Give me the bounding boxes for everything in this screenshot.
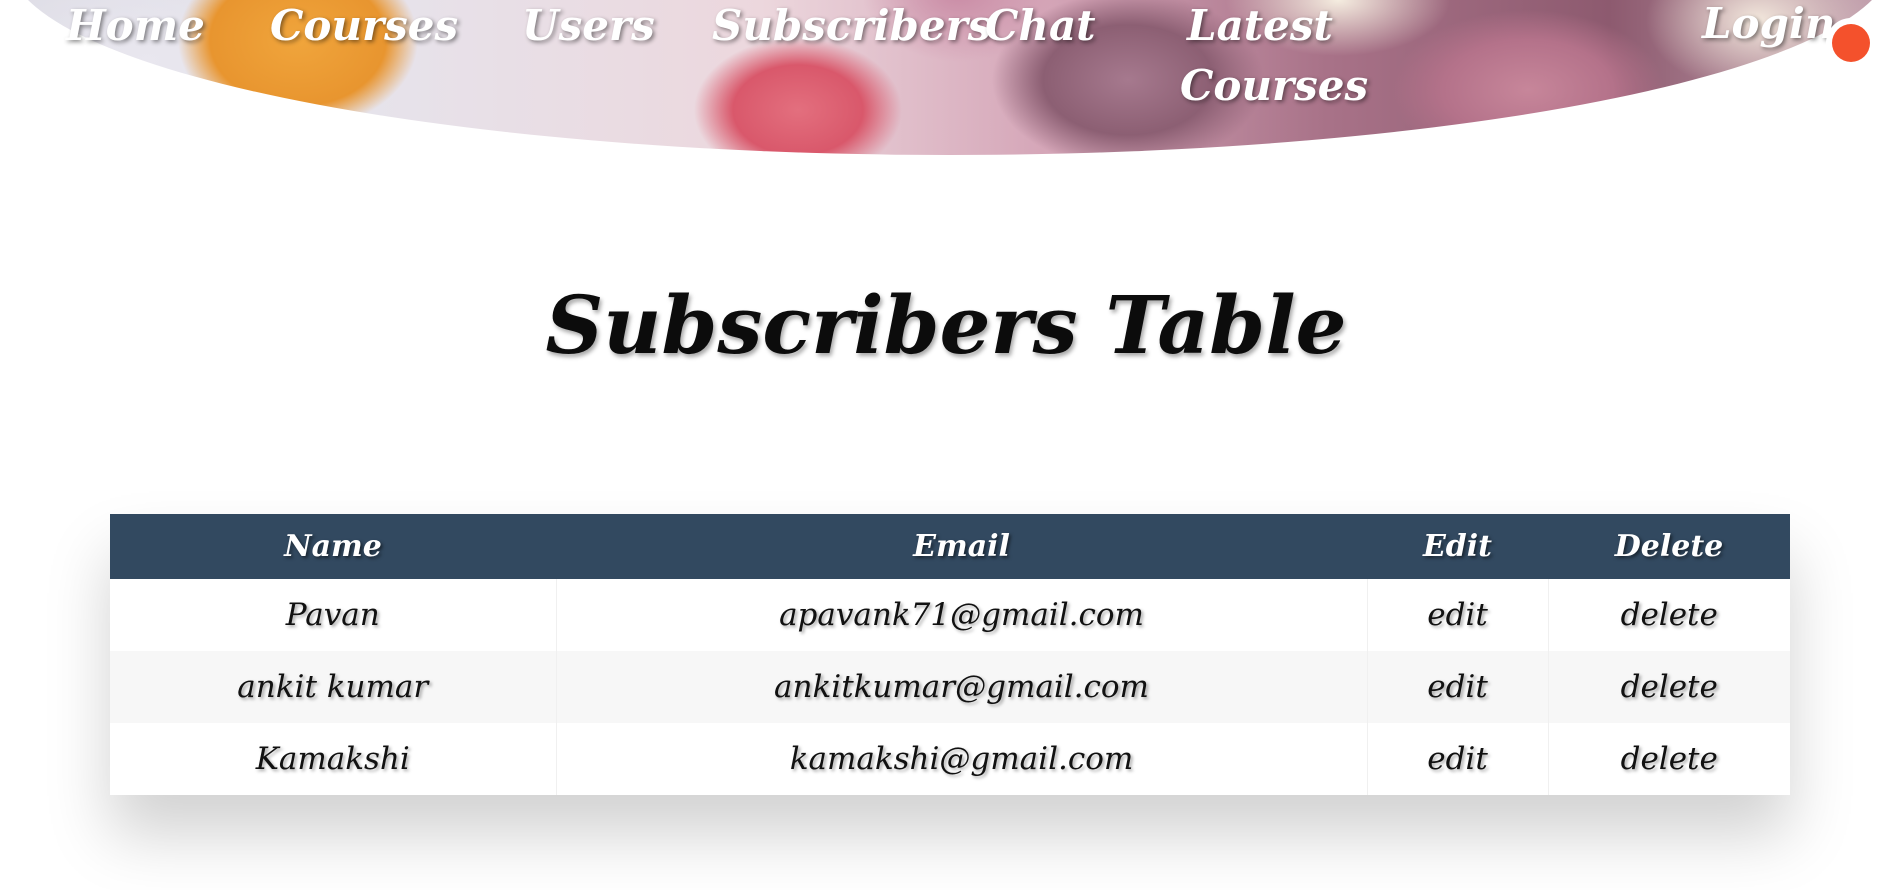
edit-button[interactable]: edit: [1367, 651, 1549, 723]
table-row: Pavan apavank71@gmail.com edit delete: [110, 579, 1790, 651]
nav-subscribers-link[interactable]: Subscribers: [712, 0, 991, 54]
column-header-delete: Delete: [1548, 514, 1790, 579]
nav-courses-link[interactable]: Courses: [270, 0, 458, 54]
column-header-edit: Edit: [1367, 514, 1548, 579]
cell-name: Pavan: [110, 579, 557, 651]
nav-users-link[interactable]: Users: [522, 0, 655, 54]
nav-latest-line2: Courses: [1180, 61, 1369, 110]
column-header-name: Name: [110, 514, 556, 579]
delete-button[interactable]: delete: [1548, 579, 1790, 651]
page: Home Courses Users Subscribers Chat Late…: [0, 0, 1892, 890]
nav-latest-courses-link[interactable]: Latest Courses: [1180, 0, 1368, 116]
delete-button[interactable]: delete: [1548, 651, 1790, 723]
subscribers-table: Name Email Edit Delete Pavan apavank71@g…: [110, 514, 1790, 795]
table-header-row: Name Email Edit Delete: [110, 514, 1790, 579]
subscribers-table-container: Name Email Edit Delete Pavan apavank71@g…: [110, 514, 1790, 795]
nav-latest-line1: Latest: [1187, 1, 1333, 50]
page-title: Subscribers Table: [545, 278, 1347, 372]
nav-chat-link[interactable]: Chat: [985, 0, 1096, 54]
delete-button[interactable]: delete: [1548, 723, 1790, 795]
cell-email: kamakshi@gmail.com: [556, 723, 1368, 795]
column-header-email: Email: [556, 514, 1367, 579]
notification-dot[interactable]: [1832, 24, 1870, 62]
cell-email: apavank71@gmail.com: [556, 579, 1368, 651]
table-row: Kamakshi kamakshi@gmail.com edit delete: [110, 723, 1790, 795]
cell-name: Kamakshi: [110, 723, 557, 795]
edit-button[interactable]: edit: [1367, 723, 1549, 795]
nav-home-link[interactable]: Home: [66, 0, 205, 54]
nav-login-link[interactable]: Login: [1702, 0, 1835, 52]
table-row: ankit kumar ankitkumar@gmail.com edit de…: [110, 651, 1790, 723]
cell-name: ankit kumar: [110, 651, 557, 723]
cell-email: ankitkumar@gmail.com: [556, 651, 1368, 723]
edit-button[interactable]: edit: [1367, 579, 1549, 651]
